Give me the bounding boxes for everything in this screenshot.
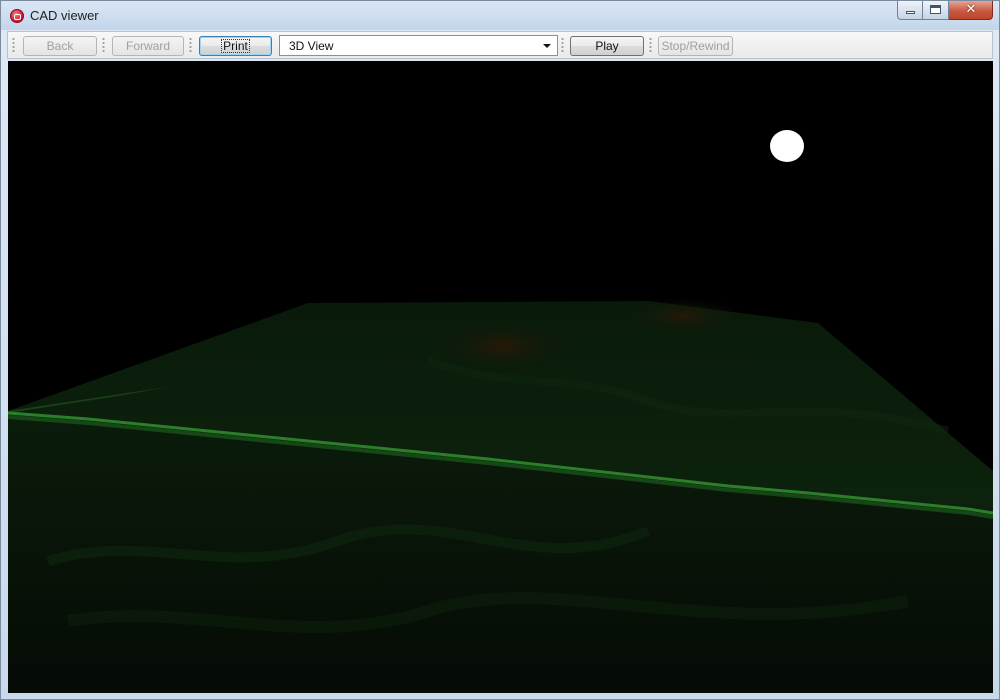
window-title: CAD viewer [30,8,99,23]
3d-viewport[interactable] [8,61,993,693]
toolbar-grip-icon[interactable] [102,37,105,54]
caption-buttons: ✕ [897,1,993,21]
view-select[interactable]: 3D View [279,35,558,56]
forward-button[interactable]: Forward [112,36,184,56]
maximize-button[interactable] [923,1,949,20]
app-icon [10,9,24,23]
toolbar-grip-icon[interactable] [561,37,564,54]
stop-rewind-button[interactable]: Stop/Rewind [658,36,733,56]
print-button-label: Print [221,39,250,53]
toolbar-grip-icon[interactable] [189,37,192,54]
back-button-label: Back [46,39,74,53]
print-button[interactable]: Print [199,36,272,56]
close-icon: ✕ [965,2,977,17]
title-bar[interactable]: CAD viewer ✕ [1,1,999,30]
play-button-label: Play [595,39,619,53]
light-source-icon [770,130,804,162]
minimize-button[interactable] [897,1,923,20]
forward-button-label: Forward [125,39,170,53]
3d-scene [8,130,993,693]
cad-viewer-window: CAD viewer ✕ Back Forward Print 3D View … [0,0,1000,700]
chevron-down-icon[interactable] [543,44,551,48]
close-button[interactable]: ✕ [949,1,993,20]
stop-rewind-button-label: Stop/Rewind [661,39,730,53]
toolbar-grip-icon[interactable] [12,37,15,54]
toolbar: Back Forward Print 3D View Play Stop/Rew… [7,31,993,59]
maximize-icon [930,5,941,14]
toolbar-grip-icon[interactable] [649,37,652,54]
view-select-value: 3D View [289,39,334,53]
minimize-icon [906,11,915,14]
play-button[interactable]: Play [570,36,644,56]
back-button[interactable]: Back [23,36,97,56]
